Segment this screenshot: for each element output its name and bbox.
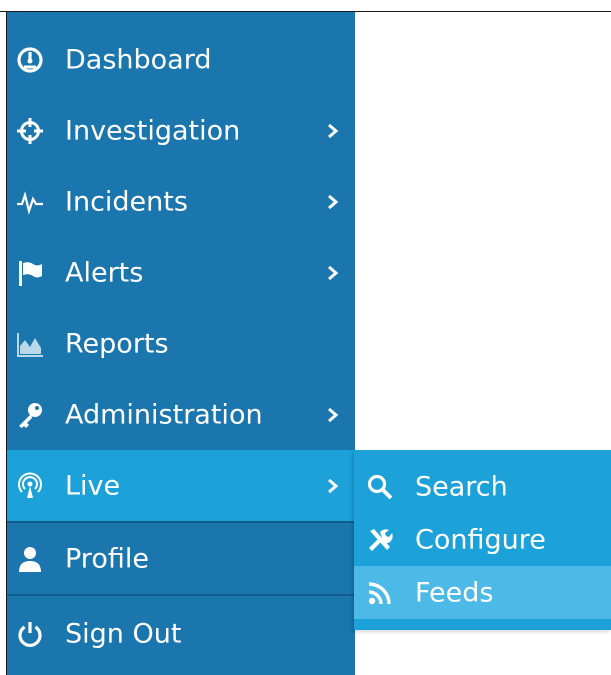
sidebar-item-label: Live — [65, 470, 121, 501]
sidebar-item-label: Reports — [65, 328, 169, 359]
chevron-right-icon — [325, 477, 341, 495]
submenu-item-search[interactable]: Search — [354, 460, 611, 513]
sidebar-item-label: Sign Out — [65, 618, 182, 649]
rss-icon — [364, 577, 396, 609]
chevron-right-icon — [325, 264, 341, 282]
sidebar-item-dashboard[interactable]: Dashboard — [7, 24, 355, 95]
sidebar-nav: Dashboard Investigation Incidents Alerts — [7, 12, 355, 675]
sidebar-item-reports[interactable]: Reports — [7, 308, 355, 379]
broadcast-icon — [13, 469, 47, 503]
chevron-right-icon — [325, 406, 341, 424]
sidebar-item-label: Incidents — [65, 186, 188, 217]
area-chart-icon — [13, 327, 47, 361]
submenu-item-label: Search — [415, 471, 508, 502]
sidebar-item-label: Administration — [65, 399, 263, 430]
sidebar-item-label: Alerts — [65, 257, 144, 288]
sidebar-item-incidents[interactable]: Incidents — [7, 166, 355, 237]
sidebar-item-label: Profile — [65, 543, 149, 574]
chevron-right-icon — [325, 193, 341, 211]
user-icon — [13, 542, 47, 576]
sidebar-item-profile[interactable]: Profile — [7, 523, 355, 594]
submenu-item-feeds[interactable]: Feeds — [354, 566, 611, 619]
power-icon — [13, 617, 47, 651]
search-icon — [364, 471, 396, 503]
sidebar-item-label: Dashboard — [65, 44, 212, 75]
sidebar-divider — [7, 594, 355, 596]
live-submenu: Search Configure Feeds — [354, 450, 611, 630]
sidebar-item-live[interactable]: Live — [7, 450, 355, 521]
submenu-item-label: Feeds — [415, 577, 494, 608]
submenu-item-configure[interactable]: Configure — [354, 513, 611, 566]
flag-icon — [13, 256, 47, 290]
pulse-icon — [13, 185, 47, 219]
tools-icon — [364, 524, 396, 556]
chevron-right-icon — [325, 122, 341, 140]
sidebar-item-administration[interactable]: Administration — [7, 379, 355, 450]
crosshair-icon — [13, 114, 47, 148]
sidebar-item-alerts[interactable]: Alerts — [7, 237, 355, 308]
sidebar-item-label: Investigation — [65, 115, 241, 146]
dashboard-gauge-icon — [13, 43, 47, 77]
submenu-item-label: Configure — [415, 524, 546, 555]
key-icon — [13, 398, 47, 432]
sidebar-item-sign-out[interactable]: Sign Out — [7, 598, 355, 669]
sidebar-item-investigation[interactable]: Investigation — [7, 95, 355, 166]
